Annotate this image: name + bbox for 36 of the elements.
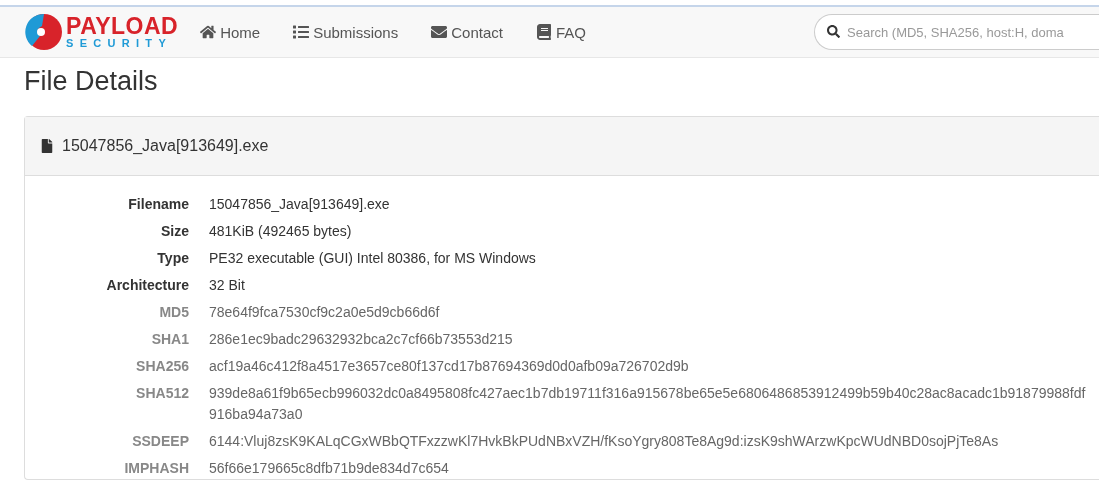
search-field[interactable]: Search (MD5, SHA256, host:H, doma (814, 14, 1099, 50)
nav-link[interactable]: FAQ (535, 23, 586, 41)
field-value: PE32 executable (GUI) Intel 80386, for MS Windows (209, 249, 537, 268)
field-value: 6144:Vluj8zsK9KALqCGxWBbQTFxzzwKl7HvkBkPUdNBxVZH/fKsoYgry808Te8Ag9d:izsK9shWArzwKpcWUdNBD0sojPjTe8As (209, 432, 1000, 451)
field-label: SHA256 (135, 357, 189, 376)
field-label: Filename (127, 195, 189, 214)
field-label: SSDEEP (131, 432, 189, 451)
field-value: 939de8a61f9b65ecb996032dc0a8495808fc427aec1b7db19711f316a915678be65e5e6806486853912499b59b40c28ac8acadc1b91879988fdf916ba94a73a0 (209, 384, 1087, 424)
field-label: IMPHASH (123, 459, 189, 478)
field-value: 286e1ec9badc29632932bca2c7cf66b73553d215 (209, 330, 514, 349)
logo-text: PAYLOAD (66, 15, 179, 38)
field-value: 56f66e179665c8dfb71b9de834d7c654 (209, 459, 450, 478)
search-icon (827, 25, 840, 38)
field-label: Architecture (105, 276, 189, 295)
field-value: acf19a46c412f8a4517e3657ce80f137cd17b87694369d0d0afb09a726702d9b (209, 357, 690, 376)
field-label: Type (156, 249, 189, 268)
nav-link[interactable]: Contact (431, 23, 503, 41)
field-value: 78e64f9fca7530cf9c2a0e5d9cb66d6f (209, 303, 441, 322)
field-value: 481KiB (492465 bytes) (209, 222, 353, 241)
home-icon (200, 24, 217, 40)
page-title: File Details (24, 66, 159, 98)
book-icon (535, 24, 552, 40)
envelope-icon (431, 24, 448, 40)
nav-link[interactable]: Home (200, 23, 261, 41)
field-label: MD5 (158, 303, 189, 322)
logo-subtext: SECURITY (66, 38, 174, 49)
logo-icon (24, 12, 64, 52)
panel-title: 15047856_Java[913649].exe (62, 137, 269, 155)
nav-link[interactable]: Submissions (293, 23, 399, 41)
field-label: SHA1 (150, 330, 189, 349)
field-label: Size (160, 222, 189, 241)
field-value: 32 Bit (209, 276, 246, 295)
field-value: 15047856_Java[913649].exe (209, 195, 391, 214)
list-icon (293, 24, 310, 40)
file-icon (40, 139, 54, 153)
field-label: SHA512 (135, 384, 189, 403)
